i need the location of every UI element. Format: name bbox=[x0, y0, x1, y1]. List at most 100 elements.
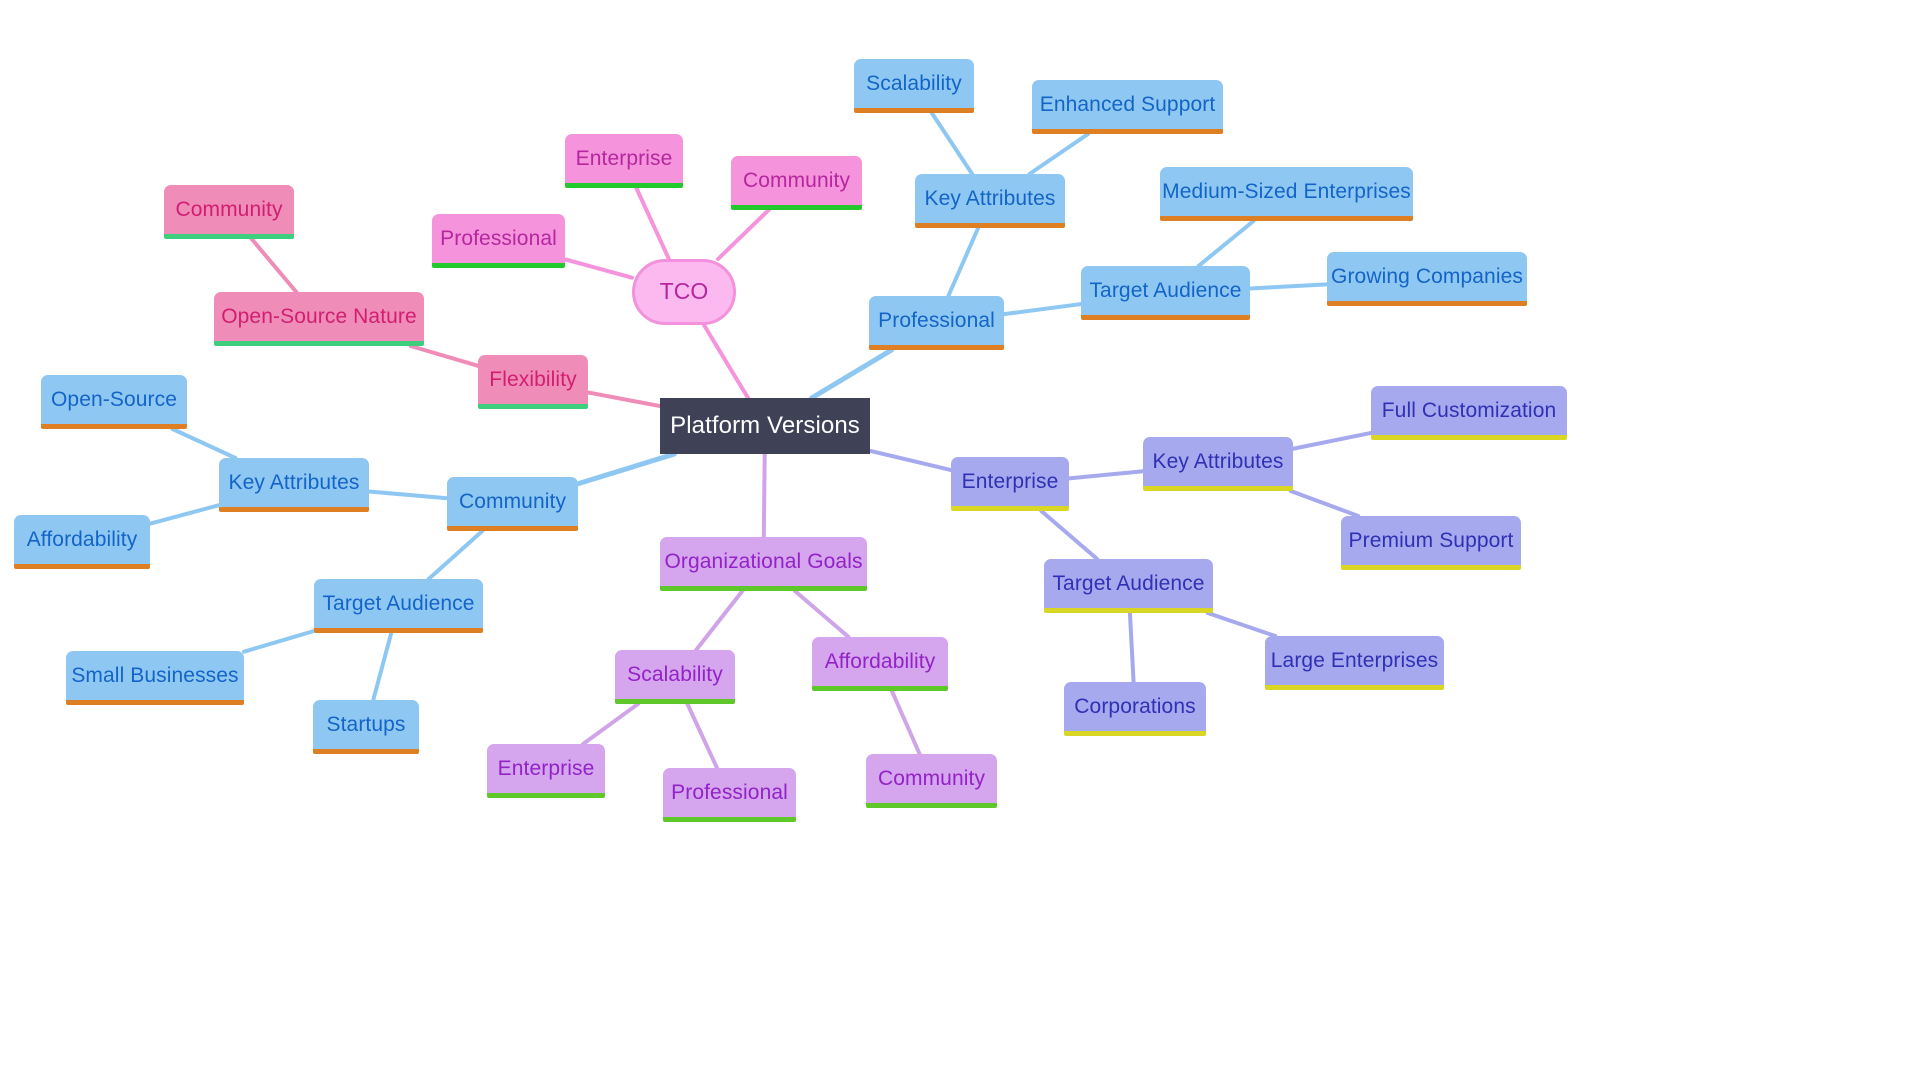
node-label: Startups bbox=[326, 712, 406, 736]
mindmap-node-com-startups[interactable]: Startups bbox=[313, 700, 419, 754]
mindmap-node-enterprise[interactable]: Enterprise bbox=[951, 457, 1069, 511]
node-label: Organizational Goals bbox=[664, 549, 863, 573]
edge-com-target-aud-to-com-small-biz bbox=[242, 628, 316, 654]
edge-layer bbox=[148, 111, 1373, 770]
edge-enterprise-to-ent-key-attr bbox=[1067, 469, 1145, 481]
mindmap-node-tco[interactable]: TCO bbox=[632, 259, 736, 325]
mindmap-node-og-professional[interactable]: Professional bbox=[663, 768, 796, 822]
edge-root-to-org-goals bbox=[761, 452, 767, 539]
edge-tco-to-tco-professional bbox=[563, 257, 634, 280]
node-label: Enhanced Support bbox=[1039, 92, 1216, 116]
node-label: Enterprise bbox=[575, 146, 673, 170]
mindmap-node-open-source-nat[interactable]: Open-Source Nature bbox=[214, 292, 424, 346]
node-label: Professional bbox=[878, 308, 995, 332]
edge-tco-to-tco-enterprise bbox=[634, 186, 671, 261]
mindmap-node-com-open-source[interactable]: Open-Source bbox=[41, 375, 187, 429]
edge-og-afford-to-og-community bbox=[889, 689, 922, 756]
node-label: Premium Support bbox=[1348, 528, 1514, 552]
node-label: Affordability bbox=[26, 527, 138, 551]
mindmap-node-og-afford[interactable]: Affordability bbox=[812, 637, 948, 691]
node-label: Target Audience bbox=[322, 591, 475, 615]
node-label: Medium-Sized Enterprises bbox=[1162, 179, 1411, 203]
edge-community-to-com-key-attr bbox=[367, 489, 449, 501]
edge-root-to-community bbox=[575, 451, 677, 487]
mindmap-node-pro-target-aud[interactable]: Target Audience bbox=[1081, 266, 1250, 320]
mindmap-node-professional[interactable]: Professional bbox=[869, 296, 1004, 350]
node-label: TCO bbox=[659, 278, 709, 305]
edge-og-scalability-to-og-enterprise bbox=[581, 702, 640, 746]
edge-com-target-aud-to-com-startups bbox=[371, 631, 394, 702]
edge-pro-target-aud-to-pro-medium-ent bbox=[1196, 219, 1256, 268]
mindmap-node-com-small-biz[interactable]: Small Businesses bbox=[66, 651, 244, 705]
mindmap-node-org-goals[interactable]: Organizational Goals bbox=[660, 537, 867, 591]
mindmap-node-ent-target-aud[interactable]: Target Audience bbox=[1044, 559, 1213, 613]
node-label: Flexibility bbox=[489, 367, 577, 391]
node-label: Enterprise bbox=[961, 469, 1059, 493]
mindmap-node-com-key-attr[interactable]: Key Attributes bbox=[219, 458, 369, 512]
node-label: Community bbox=[458, 489, 567, 513]
edge-com-key-attr-to-com-open-source bbox=[170, 427, 238, 460]
node-label: Growing Companies bbox=[1331, 264, 1523, 288]
node-label: Target Audience bbox=[1089, 278, 1242, 302]
node-label: Full Customization bbox=[1381, 398, 1557, 422]
mind-map-canvas: Platform Versions TCO Enterprise Community P… bbox=[0, 0, 1920, 1080]
mindmap-node-ent-prem-supp[interactable]: Premium Support bbox=[1341, 516, 1521, 570]
mindmap-node-flex-community[interactable]: Community bbox=[164, 185, 294, 239]
edge-professional-to-pro-key-attr bbox=[946, 226, 981, 298]
edge-professional-to-pro-target-aud bbox=[1002, 302, 1083, 317]
edge-ent-key-attr-to-ent-prem-supp bbox=[1288, 489, 1361, 518]
mindmap-node-tco-community[interactable]: Community bbox=[731, 156, 862, 210]
edge-root-to-enterprise bbox=[868, 448, 953, 473]
node-label: Professional bbox=[440, 226, 557, 250]
edge-og-scalability-to-og-professional bbox=[685, 702, 720, 770]
node-label: Small Businesses bbox=[71, 663, 239, 687]
node-label: Target Audience bbox=[1052, 571, 1205, 595]
edge-org-goals-to-og-afford bbox=[792, 589, 851, 639]
node-label: Affordability bbox=[824, 649, 936, 673]
node-label: Scalability bbox=[627, 662, 723, 686]
mindmap-node-ent-key-attr[interactable]: Key Attributes bbox=[1143, 437, 1293, 491]
mindmap-node-ent-full-custom[interactable]: Full Customization bbox=[1371, 386, 1567, 440]
node-label: Community bbox=[877, 766, 986, 790]
mindmap-node-flexibility[interactable]: Flexibility bbox=[478, 355, 588, 409]
edge-root-to-tco bbox=[701, 323, 751, 400]
edge-root-to-flexibility bbox=[586, 390, 662, 409]
mindmap-node-pro-medium-ent[interactable]: Medium-Sized Enterprises bbox=[1160, 167, 1413, 221]
mindmap-node-tco-enterprise[interactable]: Enterprise bbox=[565, 134, 683, 188]
edge-com-key-attr-to-com-afford bbox=[148, 503, 221, 526]
mindmap-node-com-target-aud[interactable]: Target Audience bbox=[314, 579, 483, 633]
edge-pro-target-aud-to-pro-growing-co bbox=[1248, 282, 1329, 291]
edge-pro-key-attr-to-pro-enh-support bbox=[1027, 132, 1091, 176]
mindmap-node-pro-enh-support[interactable]: Enhanced Support bbox=[1032, 80, 1223, 134]
root-node-root[interactable]: Platform Versions bbox=[660, 398, 870, 454]
node-label: Community bbox=[742, 168, 851, 192]
mindmap-node-com-afford[interactable]: Affordability bbox=[14, 515, 150, 569]
node-label: Key Attributes bbox=[1152, 449, 1284, 473]
mindmap-node-og-scalability[interactable]: Scalability bbox=[615, 650, 735, 704]
edge-org-goals-to-og-scalability bbox=[694, 589, 745, 652]
node-label: Large Enterprises bbox=[1270, 648, 1439, 672]
edge-ent-target-aud-to-ent-large-ent bbox=[1205, 611, 1278, 638]
edge-ent-key-attr-to-ent-full-custom bbox=[1291, 430, 1373, 451]
edge-ent-target-aud-to-ent-corporations bbox=[1127, 611, 1136, 684]
mindmap-node-community[interactable]: Community bbox=[447, 477, 578, 531]
node-label: Key Attributes bbox=[924, 186, 1056, 210]
mindmap-node-pro-scalability[interactable]: Scalability bbox=[854, 59, 974, 113]
edge-open-source-nat-to-flex-community bbox=[249, 237, 299, 294]
edge-pro-key-attr-to-pro-scalability bbox=[929, 111, 975, 176]
edge-tco-to-tco-community bbox=[716, 208, 771, 261]
node-label: Key Attributes bbox=[228, 470, 360, 494]
mindmap-node-tco-professional[interactable]: Professional bbox=[432, 214, 565, 268]
edge-flexibility-to-open-source-nat bbox=[408, 344, 480, 368]
edge-enterprise-to-ent-target-aud bbox=[1039, 509, 1100, 561]
edge-community-to-com-target-aud bbox=[426, 529, 485, 581]
edge-root-to-professional bbox=[809, 347, 895, 401]
mindmap-node-ent-corporations[interactable]: Corporations bbox=[1064, 682, 1206, 736]
mindmap-node-ent-large-ent[interactable]: Large Enterprises bbox=[1265, 636, 1444, 690]
mindmap-node-pro-growing-co[interactable]: Growing Companies bbox=[1327, 252, 1527, 306]
node-label: Enterprise bbox=[497, 756, 595, 780]
mindmap-node-og-enterprise[interactable]: Enterprise bbox=[487, 744, 605, 798]
node-label: Open-Source bbox=[51, 387, 178, 411]
mindmap-node-pro-key-attr[interactable]: Key Attributes bbox=[915, 174, 1065, 228]
mindmap-node-og-community[interactable]: Community bbox=[866, 754, 997, 808]
